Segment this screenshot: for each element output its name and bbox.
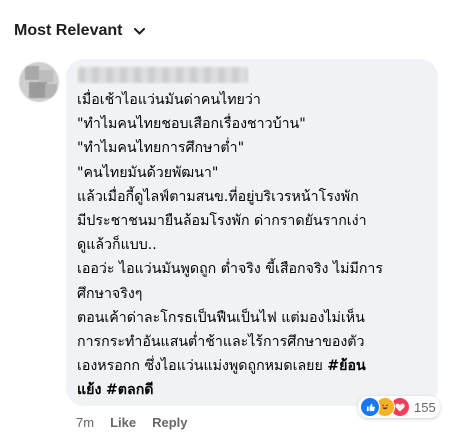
hashtag-link[interactable]: แย้ง xyxy=(77,382,101,398)
comment-line: "ทำไมคนไทยการศึกษาต่ำ" xyxy=(77,140,245,157)
hashtag-link[interactable]: #ย้อน xyxy=(327,358,365,374)
sort-label: Most Relevant xyxy=(14,22,123,39)
comment-line: มีประชาชนมายืนล้อมโรงพัก ด่ากราดยันรากเง… xyxy=(77,213,367,230)
sort-dropdown[interactable]: Most Relevant xyxy=(14,22,146,40)
comment-line: เออว่ะ ไอแว่นมันพูดถูก ต่ำจริง ขี้เสือกจ… xyxy=(77,261,384,278)
comment-line-text: เองหรอกก ซึ่งไอแว่นแม่งพูดถูกหมดเลยย xyxy=(77,358,323,375)
comment-text: เมื่อเช้าไอแว่นมันด่าคนไทยว่า "ทำไมคนไทย… xyxy=(77,88,432,403)
hashtag-link[interactable]: #ตลกดี xyxy=(106,382,154,398)
author-name-redacted[interactable] xyxy=(78,67,248,83)
comment-line: "ทำไมคนไทยชอบเสือกเรื่องชาวบ้าน" xyxy=(77,116,306,133)
comment-timestamp[interactable]: 7m xyxy=(76,415,94,430)
reaction-count: 155 xyxy=(414,399,436,415)
comment-line: เมื่อเช้าไอแว่นมันด่าคนไทยว่า xyxy=(77,92,261,108)
comment-bubble: เมื่อเช้าไอแว่นมันด่าคนไทยว่า "ทำไมคนไทย… xyxy=(66,59,438,406)
comment-line: ศึกษาจริงๆ xyxy=(77,285,143,302)
comment-line: "คนไทยมันด้วยพัฒนา" xyxy=(77,164,219,181)
comment-line: ดูแล้วก็แบบ.. xyxy=(77,237,157,254)
comment-line: การกระทำอันแสนต่ำช้าและไร้การศึกษาของตัว xyxy=(77,334,365,351)
comment-line: แล้วเมื่อกี้ดูไลฟ์ตามสนข.ที่อยู่บริเวรหน… xyxy=(77,188,359,205)
avatar[interactable] xyxy=(19,62,59,102)
comment-actions: 7m Like Reply xyxy=(76,415,187,430)
comment-line: ตอนเค้าด่าละโกรธเป็นฟืนเป็นไฟ แต่มองไม่เ… xyxy=(77,309,365,326)
chevron-down-icon xyxy=(134,24,146,38)
reactions-summary[interactable]: 155 xyxy=(358,396,440,418)
like-reaction-icon xyxy=(360,397,380,417)
comment-line: เองหรอกก ซึ่งไอแว่นแม่งพูดถูกหมดเลยย #ย้… xyxy=(77,354,432,378)
like-button[interactable]: Like xyxy=(110,415,136,430)
reply-button[interactable]: Reply xyxy=(152,415,187,430)
